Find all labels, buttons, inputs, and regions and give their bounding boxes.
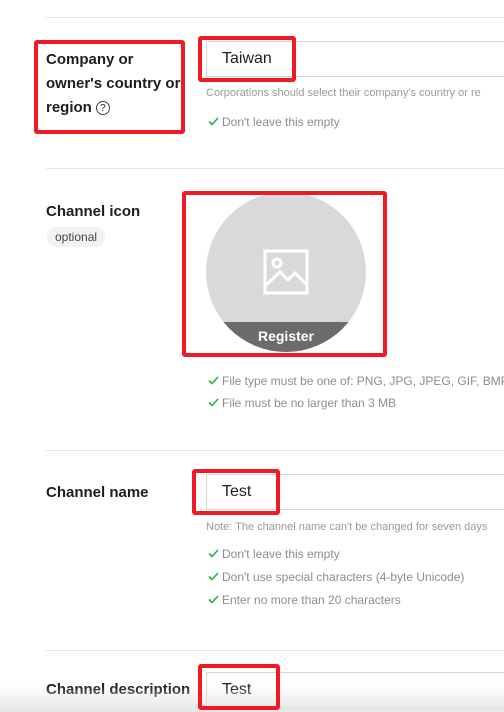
- name-rule-empty: Don't leave this empty: [208, 547, 340, 561]
- annotation-box-country-value: [198, 36, 296, 82]
- country-rule-text: Don't leave this empty: [222, 115, 340, 129]
- annotation-box-channel-icon: [182, 191, 387, 357]
- channel-name-hint: Note: The channel name can't be changed …: [206, 521, 488, 533]
- optional-badge: optional: [47, 227, 106, 247]
- annotation-box-channel-name: [192, 469, 280, 515]
- icon-rule-filetype-text: File type must be one of: PNG, JPG, JPEG…: [222, 374, 504, 388]
- name-rule-length-text: Enter no more than 20 characters: [222, 593, 401, 607]
- check-icon: [208, 595, 219, 604]
- country-hint: Corporations should select their company…: [206, 87, 481, 99]
- country-rule: Don't leave this empty: [208, 115, 340, 129]
- section-divider: [46, 650, 504, 651]
- icon-rule-size-text: File must be no larger than 3 MB: [222, 396, 397, 410]
- name-rule-special: Don't use special characters (4-byte Uni…: [208, 570, 464, 584]
- check-icon: [208, 398, 219, 407]
- channel-icon-label: Channel icon: [46, 203, 141, 220]
- icon-rule-filetype: File type must be one of: PNG, JPG, JPEG…: [208, 374, 504, 388]
- name-rule-empty-text: Don't leave this empty: [222, 547, 340, 561]
- section-divider: [46, 168, 504, 169]
- name-rule-length: Enter no more than 20 characters: [208, 593, 401, 607]
- annotation-box-channel-description: [198, 664, 280, 710]
- check-icon: [208, 572, 219, 581]
- section-divider-top: [46, 17, 504, 18]
- channel-name-label: Channel name: [46, 484, 149, 501]
- annotation-box-country-label: [34, 40, 185, 134]
- section-divider: [46, 450, 504, 451]
- check-icon: [208, 117, 219, 126]
- name-rule-special-text: Don't use special characters (4-byte Uni…: [222, 570, 465, 584]
- check-icon: [208, 549, 219, 558]
- icon-rule-size: File must be no larger than 3 MB: [208, 396, 396, 410]
- check-icon: [208, 376, 219, 385]
